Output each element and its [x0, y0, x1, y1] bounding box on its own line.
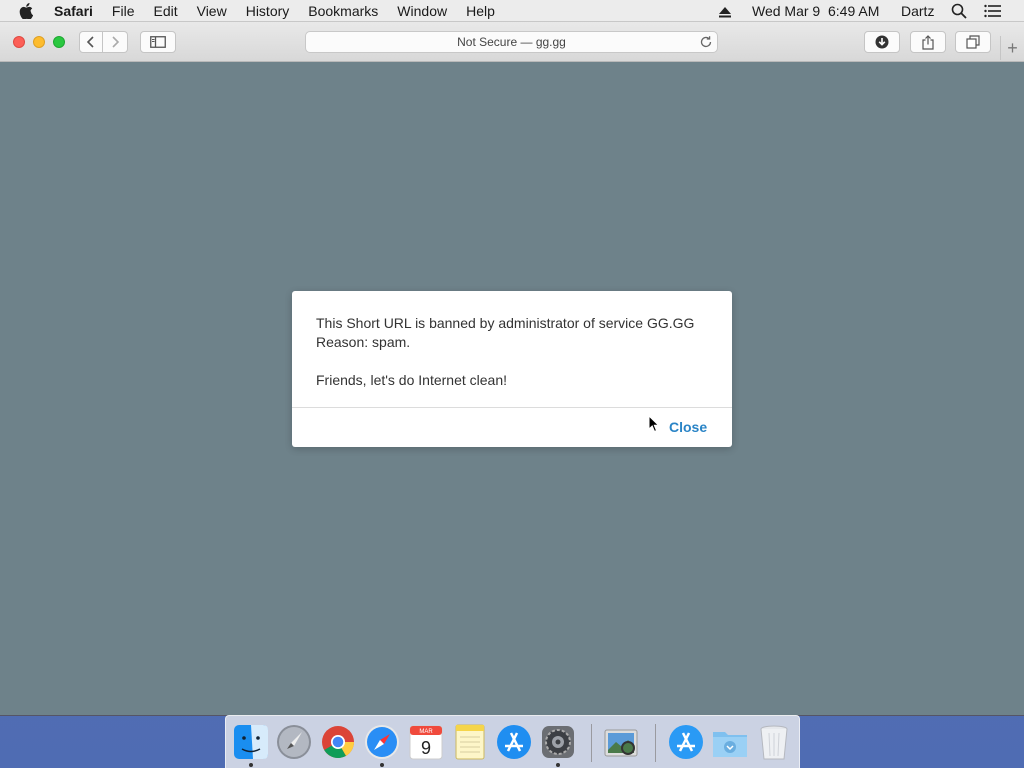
tabs-icon	[966, 35, 980, 49]
menu-history[interactable]: History	[246, 3, 290, 19]
system-preferences-running-indicator	[556, 763, 560, 767]
menu-bar: Safari File Edit View History Bookmarks …	[0, 0, 1024, 22]
calendar-day: 9	[421, 738, 431, 758]
ban-notice-dialog: This Short URL is banned by administrato…	[292, 291, 732, 447]
menu-window[interactable]: Window	[397, 3, 447, 19]
safari-window: Not Secure — gg.gg + This Short URL is b…	[0, 22, 1024, 716]
safari-icon[interactable]	[363, 722, 401, 762]
menu-edit[interactable]: Edit	[153, 3, 177, 19]
safari-running-indicator	[380, 763, 384, 767]
launchpad-icon[interactable]	[275, 722, 313, 762]
preview-icon[interactable]	[602, 722, 640, 762]
app-store-icon[interactable]	[495, 722, 533, 762]
menu-bookmarks[interactable]: Bookmarks	[308, 3, 378, 19]
menu-app-safari[interactable]: Safari	[54, 3, 93, 19]
app-store-icon[interactable]	[667, 722, 705, 762]
menubar-clock[interactable]: Wed Mar 9 6:49 AM	[752, 3, 879, 19]
menu-view[interactable]: View	[197, 3, 227, 19]
notes-icon[interactable]	[451, 722, 489, 762]
address-text: Not Secure — gg.gg	[457, 35, 566, 49]
dialog-divider	[292, 407, 732, 408]
dock-separator	[655, 724, 656, 762]
menu-help[interactable]: Help	[466, 3, 495, 19]
menubar-user[interactable]: Dartz	[901, 3, 934, 19]
address-bar[interactable]: Not Secure — gg.gg	[305, 31, 718, 53]
window-close-button[interactable]	[13, 36, 25, 48]
dialog-line-reason: Reason: spam.	[316, 334, 411, 350]
dialog-line-friends: Friends, let's do Internet clean!	[316, 372, 507, 388]
eject-icon[interactable]	[718, 5, 732, 21]
sidebar-icon	[150, 36, 166, 48]
window-maximize-button[interactable]	[53, 36, 65, 48]
search-icon[interactable]	[951, 3, 967, 22]
window-minimize-button[interactable]	[33, 36, 45, 48]
finder-icon[interactable]	[232, 722, 270, 762]
chevron-right-icon	[112, 36, 120, 48]
finder-running-indicator	[249, 763, 253, 767]
menu-file[interactable]: File	[112, 3, 135, 19]
share-icon	[922, 34, 934, 50]
downloads-folder-icon[interactable]	[711, 722, 749, 762]
close-button[interactable]: Close	[669, 419, 707, 435]
dock-separator	[591, 724, 592, 762]
share-button[interactable]	[910, 31, 946, 53]
dock: MAR 9	[225, 715, 800, 768]
tab-overview-button[interactable]	[955, 31, 991, 53]
chrome-icon[interactable]	[319, 722, 357, 762]
calendar-month: MAR	[419, 729, 433, 735]
chevron-left-icon	[86, 36, 94, 48]
downloads-button[interactable]	[864, 31, 900, 53]
apple-menu-icon[interactable]	[19, 2, 37, 19]
sidebar-toggle-button[interactable]	[140, 31, 176, 53]
plus-icon: +	[1007, 37, 1018, 58]
dialog-line-ban: This Short URL is banned by administrato…	[316, 315, 695, 331]
notification-center-icon[interactable]	[984, 4, 1002, 21]
system-preferences-icon[interactable]	[539, 722, 577, 762]
forward-button[interactable]	[103, 31, 128, 53]
back-button[interactable]	[79, 31, 103, 53]
dialog-message: This Short URL is banned by administrato…	[316, 314, 712, 390]
calendar-icon[interactable]: MAR 9	[407, 722, 445, 762]
download-icon	[875, 35, 889, 49]
reload-icon[interactable]	[699, 35, 713, 52]
mouse-cursor-icon	[648, 414, 660, 438]
new-tab-button[interactable]: +	[1000, 36, 1024, 60]
trash-icon[interactable]	[755, 722, 793, 762]
browser-toolbar: Not Secure — gg.gg +	[0, 22, 1024, 62]
